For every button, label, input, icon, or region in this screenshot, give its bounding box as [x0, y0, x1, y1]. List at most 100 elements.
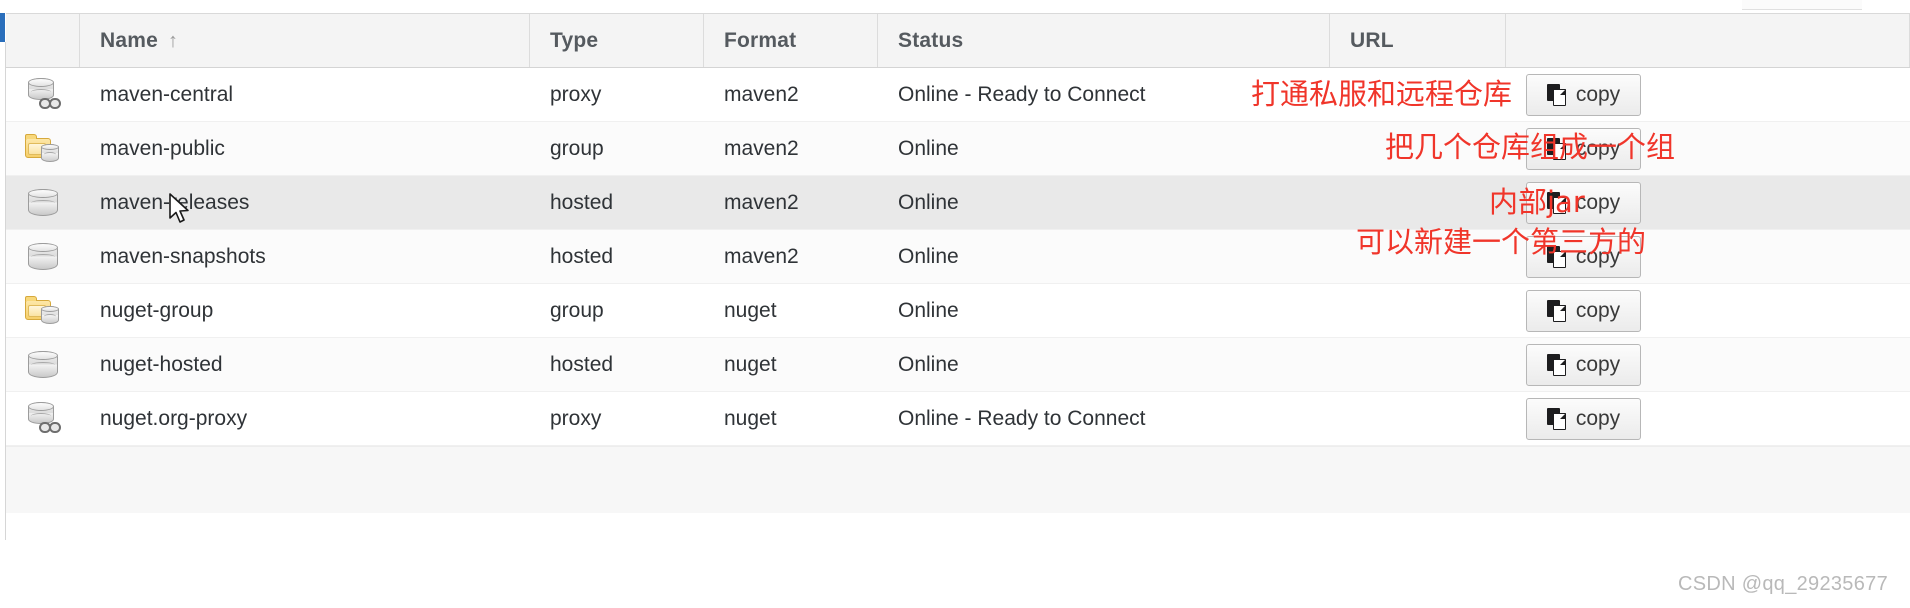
copy-button-label: copy	[1575, 244, 1621, 268]
table-row[interactable]: maven-snapshots hosted maven2 Online cop…	[6, 230, 1910, 284]
table-row[interactable]: maven-central proxy maven2 Online - Read…	[6, 68, 1910, 122]
cell-status: Online - Ready to Connect	[898, 406, 1146, 430]
cell-format: maven2	[724, 82, 799, 106]
cell-url	[1330, 338, 1506, 391]
cell-format: maven2	[724, 190, 799, 214]
column-header-copy	[1506, 14, 1910, 67]
page-top-strip	[0, 0, 1910, 13]
copy-url-button[interactable]: copy	[1526, 73, 1641, 116]
cell-copy: copy	[1506, 338, 1910, 391]
cell-name[interactable]: maven-central	[80, 68, 530, 121]
table-row[interactable]: nuget-group group nuget Online copy	[6, 284, 1910, 338]
table-header-row: Name ↑ Type Format Status URL	[6, 13, 1910, 68]
cell-name[interactable]: nuget-hosted	[80, 338, 530, 391]
cell-name[interactable]: maven-public	[80, 122, 530, 175]
copy-url-button[interactable]: copy	[1526, 235, 1641, 278]
cell-type: hosted	[550, 244, 614, 268]
cell-name[interactable]: nuget.org-proxy	[80, 392, 530, 445]
cell-format: nuget	[724, 352, 777, 376]
column-header-url-label: URL	[1350, 28, 1394, 52]
table-row[interactable]: maven-public group maven2 Online copy	[6, 122, 1910, 176]
column-header-type[interactable]: Type	[530, 14, 704, 67]
row-icon-cell	[6, 230, 80, 283]
column-header-status[interactable]: Status	[878, 14, 1330, 67]
copy-icon	[1546, 299, 1567, 322]
cell-url	[1330, 68, 1506, 121]
cell-type: proxy	[550, 406, 602, 430]
cell-url	[1330, 176, 1506, 229]
cell-url	[1330, 230, 1506, 283]
cell-type: proxy	[550, 82, 602, 106]
row-icon-cell	[6, 122, 80, 175]
column-header-type-label: Type	[550, 28, 599, 52]
copy-url-button[interactable]: copy	[1526, 127, 1641, 170]
table-row[interactable]: maven-releases hosted maven2 Online copy	[6, 176, 1910, 230]
copy-button-label: copy	[1575, 82, 1621, 106]
cell-status: Online	[898, 190, 959, 214]
group-repository-icon	[25, 132, 61, 166]
cell-url	[1330, 122, 1506, 175]
column-header-url[interactable]: URL	[1330, 14, 1506, 67]
cell-url	[1330, 392, 1506, 445]
copy-button-label: copy	[1575, 298, 1621, 322]
row-icon-cell	[6, 68, 80, 121]
cell-copy: copy	[1506, 230, 1910, 283]
cell-status: Online	[898, 244, 959, 268]
cell-type: group	[550, 136, 604, 160]
hosted-repository-icon	[25, 348, 61, 382]
table-footer	[6, 446, 1910, 513]
copy-url-button[interactable]: copy	[1526, 343, 1641, 386]
copy-url-button[interactable]: copy	[1526, 181, 1641, 224]
cell-copy: copy	[1506, 68, 1910, 121]
cell-format: maven2	[724, 136, 799, 160]
cell-status: Online	[898, 352, 959, 376]
cell-copy: copy	[1506, 176, 1910, 229]
top-toolbar-fragment	[1742, 0, 1862, 10]
hosted-repository-icon	[25, 186, 61, 220]
proxy-repository-icon	[25, 401, 61, 436]
copy-icon	[1546, 137, 1567, 160]
column-header-format-label: Format	[724, 28, 797, 52]
cell-name[interactable]: maven-snapshots	[80, 230, 530, 283]
group-repository-icon	[25, 294, 61, 328]
column-header-format[interactable]: Format	[704, 14, 878, 67]
sort-ascending-icon: ↑	[168, 29, 179, 52]
watermark-text: CSDN @qq_29235677	[1678, 573, 1888, 595]
copy-icon	[1546, 245, 1567, 268]
copy-button-label: copy	[1575, 406, 1621, 430]
cell-name[interactable]: nuget-group	[80, 284, 530, 337]
row-icon-cell	[6, 284, 80, 337]
cell-format: nuget	[724, 298, 777, 322]
cell-type: hosted	[550, 190, 614, 214]
cell-status: Online - Ready to Connect	[898, 82, 1146, 106]
column-header-status-label: Status	[898, 28, 964, 52]
column-header-icon	[6, 14, 80, 67]
column-header-name-label: Name	[100, 28, 158, 52]
row-icon-cell	[6, 392, 80, 445]
repositories-table: Name ↑ Type Format Status URL maven-cent…	[6, 13, 1910, 513]
cell-url	[1330, 284, 1506, 337]
copy-icon	[1546, 407, 1567, 430]
mouse-cursor	[169, 193, 189, 223]
copy-icon	[1546, 83, 1567, 106]
copy-url-button[interactable]: copy	[1526, 397, 1641, 440]
table-row[interactable]: nuget.org-proxy proxy nuget Online - Rea…	[6, 392, 1910, 446]
cell-name[interactable]: maven-releases	[80, 176, 530, 229]
proxy-repository-icon	[25, 77, 61, 112]
cell-type: hosted	[550, 352, 614, 376]
active-nav-accent-bar	[0, 13, 5, 42]
copy-button-label: copy	[1575, 352, 1621, 376]
copy-url-button[interactable]: copy	[1526, 289, 1641, 332]
row-icon-cell	[6, 338, 80, 391]
hosted-repository-icon	[25, 240, 61, 274]
row-icon-cell	[6, 176, 80, 229]
copy-icon	[1546, 353, 1567, 376]
cell-copy: copy	[1506, 122, 1910, 175]
repository-list-page: Name ↑ Type Format Status URL maven-cent…	[0, 0, 1910, 608]
table-row[interactable]: nuget-hosted hosted nuget Online copy	[6, 338, 1910, 392]
cell-status: Online	[898, 136, 959, 160]
copy-button-label: copy	[1575, 190, 1621, 214]
cell-copy: copy	[1506, 392, 1910, 445]
column-header-name[interactable]: Name ↑	[80, 14, 530, 67]
cell-status: Online	[898, 298, 959, 322]
